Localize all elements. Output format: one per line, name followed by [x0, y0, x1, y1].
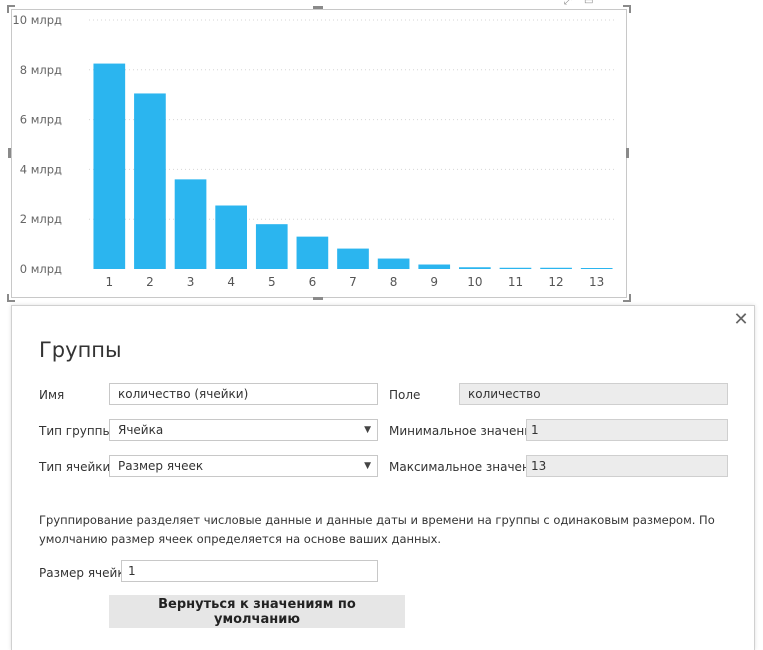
cell-size-input[interactable]: [121, 560, 378, 582]
chart-visual[interactable]: 0 млрд 2 млрд 4 млрд 6 млрд 8 млрд 10 млрд 1 2 3…: [11, 9, 627, 298]
x-tick-label: 5: [268, 275, 276, 289]
y-tick-label: 4 млрд: [20, 162, 62, 176]
bar: [337, 248, 369, 269]
bar: [418, 264, 451, 269]
max-value-label: Максимальное значение: [389, 460, 545, 474]
field-value: количество: [459, 383, 728, 405]
x-tick-label: 3: [187, 275, 195, 289]
resize-handle-bottom-right[interactable]: [623, 294, 631, 302]
y-tick-label: 2 млрд: [20, 212, 62, 226]
x-tick-label: 2: [146, 275, 154, 289]
visual-header-icons: ⤢ ▭: [560, 0, 600, 6]
resize-handle-right[interactable]: [626, 148, 629, 158]
bar: [93, 63, 126, 270]
bar: [255, 224, 288, 269]
groups-dialog: ✕ Группы Имя Поле количество Тип группы …: [11, 305, 755, 650]
chevron-down-icon: ▼: [364, 425, 371, 435]
cell-type-label: Тип ячейки: [39, 460, 111, 474]
x-tick-label: 8: [390, 275, 398, 289]
x-tick-label: 1: [105, 275, 113, 289]
bar: [134, 93, 166, 269]
chevron-down-icon: ▼: [364, 461, 371, 471]
bar: [459, 267, 491, 269]
bar: [580, 268, 613, 270]
x-tick-label: 7: [349, 275, 357, 289]
cell-type-select[interactable]: Размер ячеек ▼: [109, 455, 378, 477]
cell-size-label: Размер ячейки: [39, 566, 133, 580]
min-value-field: 1: [526, 419, 728, 441]
resize-handle-top-left[interactable]: [7, 5, 15, 13]
grouping-description: Группирование разделяет числовые данные …: [39, 513, 715, 546]
x-tick-label: 12: [548, 275, 563, 289]
reset-defaults-button[interactable]: Вернуться к значениям по умолчанию: [109, 595, 405, 628]
resize-handle-top-right[interactable]: [623, 5, 631, 13]
min-value-label: Минимальное значение: [389, 424, 540, 438]
bar-chart: 0 млрд2 млрд4 млрд6 млрд8 млрд10 млрд1 2 3…: [12, 13, 617, 289]
group-type-value: Ячейка: [118, 423, 164, 437]
bar: [499, 267, 532, 269]
name-input[interactable]: [109, 383, 378, 405]
name-label: Имя: [39, 388, 65, 402]
bar: [377, 258, 410, 269]
field-label: Поле: [389, 388, 421, 402]
dialog-title: Группы: [39, 338, 122, 362]
x-tick-label: 6: [309, 275, 317, 289]
bar: [296, 236, 329, 269]
bar: [174, 179, 207, 269]
cell-type-value: Размер ячеек: [118, 459, 204, 473]
resize-handle-bottom-left[interactable]: [7, 294, 15, 302]
x-tick-label: 4: [227, 275, 235, 289]
y-tick-label: 8 млрд: [20, 63, 62, 77]
y-tick-label: 6 млрд: [20, 113, 62, 127]
resize-handle-bottom[interactable]: [313, 297, 323, 300]
more-options-icon[interactable]: ▭: [584, 0, 593, 6]
resize-handle-top[interactable]: [313, 6, 323, 9]
close-icon[interactable]: ✕: [732, 311, 750, 329]
bar: [215, 205, 247, 269]
x-tick-label: 9: [430, 275, 438, 289]
y-tick-label: 0 млрд: [20, 262, 62, 276]
y-tick-label: 10 млрд: [12, 13, 62, 27]
resize-handle-left[interactable]: [8, 148, 11, 158]
focus-icon[interactable]: ⤢: [564, 0, 572, 6]
x-tick-label: 11: [508, 275, 523, 289]
x-tick-label: 10: [467, 275, 482, 289]
group-type-label: Тип группы: [39, 424, 112, 438]
x-tick-label: 13: [589, 275, 604, 289]
bar: [540, 267, 572, 269]
max-value-field: 13: [526, 455, 728, 477]
group-type-select[interactable]: Ячейка ▼: [109, 419, 378, 441]
